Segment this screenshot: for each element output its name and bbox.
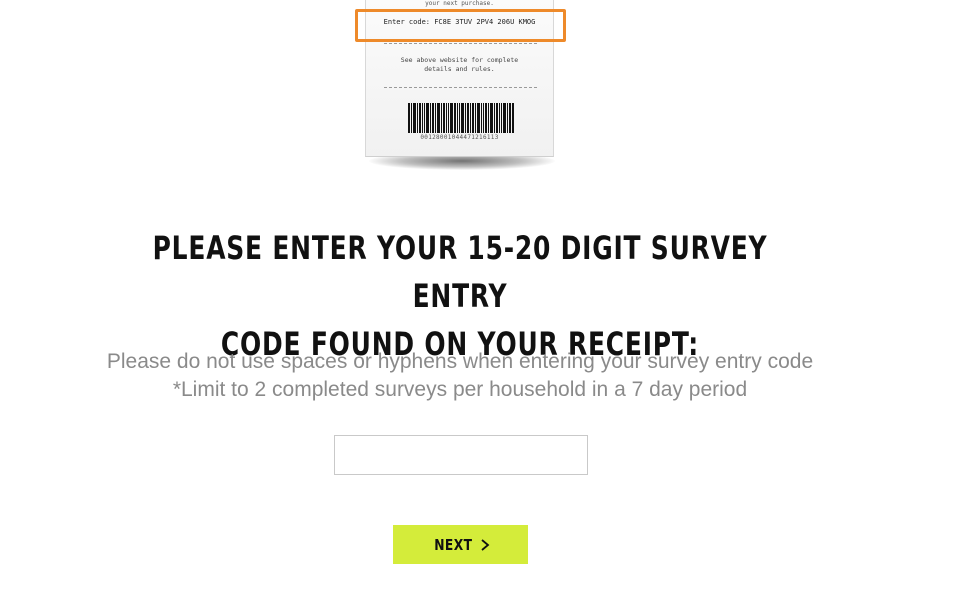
- receipt-note-line2: details and rules.: [424, 65, 495, 73]
- barcode-number: 00128001044471216113: [420, 134, 499, 141]
- receipt-divider: [384, 87, 537, 88]
- receipt-divider: [384, 43, 537, 44]
- page-title-line1: PLEASE ENTER YOUR 15-20 DIGIT SURVEY ENT…: [152, 229, 768, 315]
- receipt-top-text: your next purchase.: [425, 0, 494, 7]
- chevron-right-icon: [481, 538, 490, 551]
- page-title: PLEASE ENTER YOUR 15-20 DIGIT SURVEY ENT…: [148, 224, 772, 368]
- next-button-label: NEXT: [434, 535, 473, 554]
- receipt-note-line1: See above website for complete: [400, 56, 519, 64]
- receipt-note: See above website for complete details a…: [366, 56, 553, 74]
- next-button[interactable]: NEXT: [393, 525, 528, 564]
- instructions-line1: Please do not use spaces or hyphens when…: [106, 350, 814, 373]
- barcode-icon: [408, 103, 514, 133]
- survey-code-input[interactable]: [334, 435, 588, 475]
- instructions: Please do not use spaces or hyphens when…: [60, 348, 860, 404]
- code-highlight-box: [355, 9, 566, 42]
- instructions-line2: *Limit to 2 completed surveys per househ…: [172, 378, 748, 401]
